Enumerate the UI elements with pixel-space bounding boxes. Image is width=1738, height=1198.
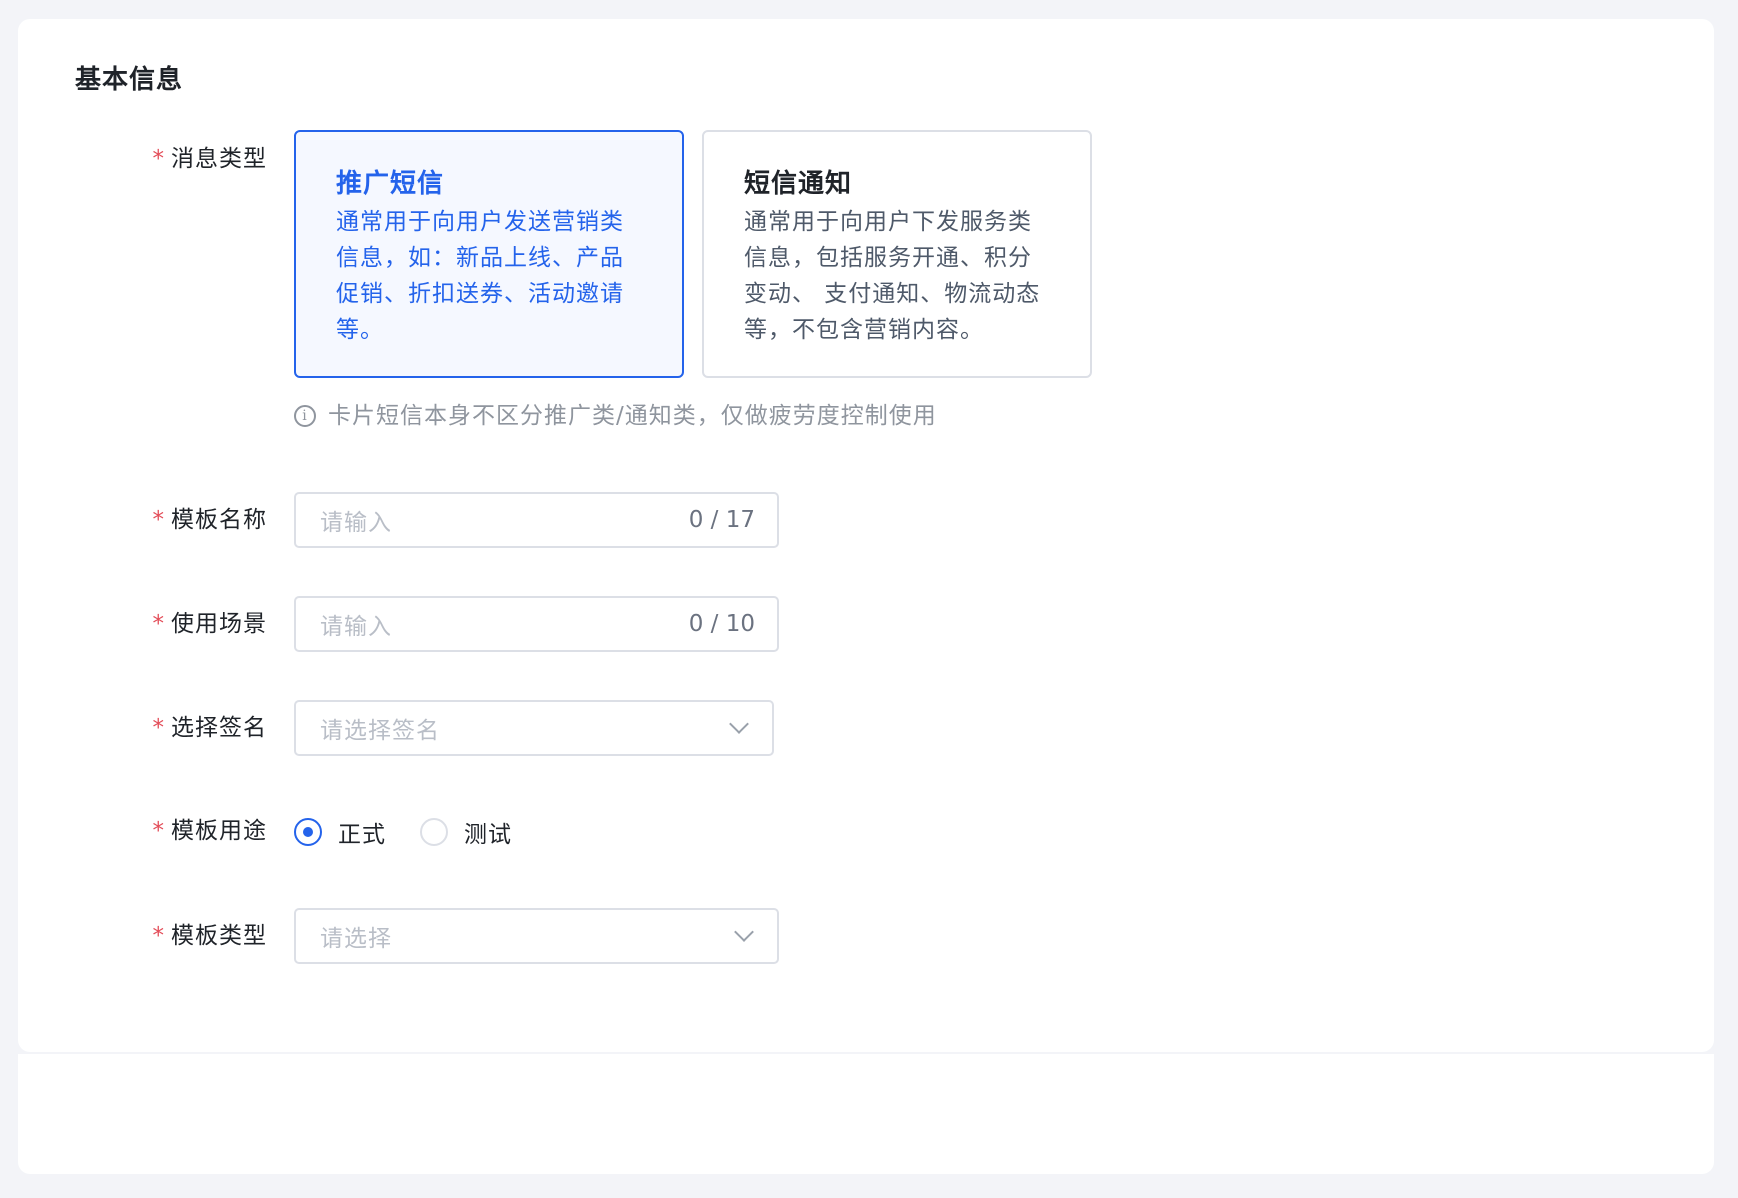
section-title: 基本信息: [75, 65, 184, 95]
required-mark: *: [152, 715, 165, 741]
radio-test[interactable]: 测试: [420, 815, 512, 849]
radio-formal[interactable]: 正式: [294, 815, 386, 849]
chevron-down-icon: [734, 922, 754, 942]
template-name-input[interactable]: 请输入 0 / 17: [294, 492, 779, 548]
option-title: 推广短信: [336, 169, 445, 199]
message-type-option-notification[interactable]: 短信通知 通常用于向用户下发服务类 信息，包括服务开通、积分 变动、 支付通知、…: [702, 130, 1092, 378]
template-purpose-label: * 模板用途: [152, 818, 267, 844]
required-mark: *: [152, 923, 165, 949]
radio-label: 正式: [338, 822, 386, 848]
required-mark: *: [152, 146, 165, 172]
select-placeholder: 请选择: [320, 926, 392, 952]
radio-checked-icon[interactable]: [294, 818, 322, 846]
usage-scene-input[interactable]: 请输入 0 / 10: [294, 596, 779, 652]
message-type-hint: i 卡片短信本身不区分推广类/通知类，仅做疲劳度控制使用: [294, 400, 937, 432]
template-type-label: * 模板类型: [152, 923, 267, 949]
input-placeholder: 请输入: [320, 510, 392, 536]
select-placeholder: 请选择签名: [320, 718, 440, 744]
char-counter: 0 / 17: [688, 507, 755, 533]
chevron-down-icon: [729, 714, 749, 734]
input-placeholder: 请输入: [320, 614, 392, 640]
template-name-label: * 模板名称: [152, 507, 267, 533]
option-title: 短信通知: [744, 169, 853, 199]
option-description: 通常用于向用户发送营销类 信息，如：新品上线、产品 促销、折扣送券、活动邀请 等…: [336, 209, 624, 343]
card-footer-area: [18, 1054, 1714, 1174]
signature-label: * 选择签名: [152, 715, 267, 741]
radio-label: 测试: [464, 822, 512, 848]
message-type-label: * 消息类型: [152, 146, 267, 172]
option-description: 通常用于向用户下发服务类 信息，包括服务开通、积分 变动、 支付通知、物流动态 …: [744, 209, 1041, 343]
template-purpose-radio-group: 正式 测试: [294, 815, 546, 849]
char-counter: 0 / 10: [688, 611, 755, 637]
signature-select[interactable]: 请选择签名: [294, 700, 774, 756]
required-mark: *: [152, 818, 165, 844]
template-type-select[interactable]: 请选择: [294, 908, 779, 964]
required-mark: *: [152, 611, 165, 637]
radio-unchecked-icon[interactable]: [420, 818, 448, 846]
info-circle-icon: i: [294, 405, 316, 427]
required-mark: *: [152, 507, 165, 533]
message-type-option-promotion[interactable]: 推广短信 通常用于向用户发送营销类 信息，如：新品上线、产品 促销、折扣送券、活…: [294, 130, 684, 378]
usage-scene-label: * 使用场景: [152, 611, 267, 637]
